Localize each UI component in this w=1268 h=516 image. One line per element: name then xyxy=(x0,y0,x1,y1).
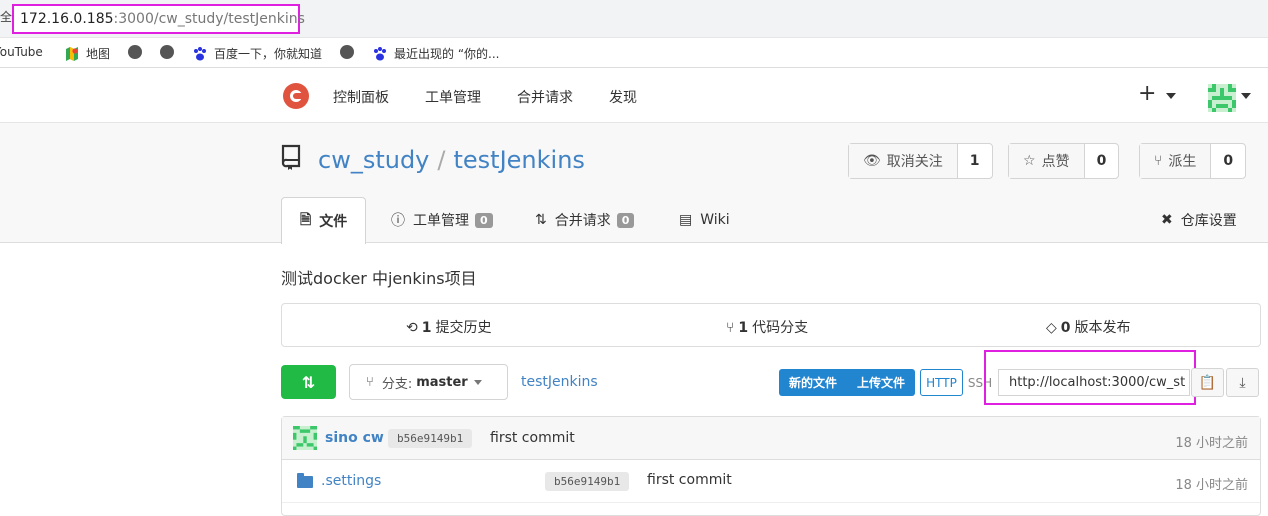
star-icon: ☆ xyxy=(1023,153,1036,169)
bookmark-baidu[interactable]: 百度一下，你就知道 xyxy=(192,45,322,62)
repo-title: cw_study / testJenkins xyxy=(318,146,585,174)
author-avatar xyxy=(293,426,317,450)
file-actions-group: 新的文件 上传文件 xyxy=(779,369,915,396)
book-icon: ▤ xyxy=(679,212,693,228)
commits-stat[interactable]: ⟲ 1 提交历史 xyxy=(406,317,491,337)
bookmarks-bar: YouTube 地图 百度一下，你就知道 最近出现的 “你的... xyxy=(0,38,1268,68)
tab-settings[interactable]: ✖ 仓库设置 xyxy=(1161,197,1237,243)
tools-icon: ✖ xyxy=(1161,212,1173,228)
table-row[interactable]: .settings b56e9149b1 first commit 18 小时之… xyxy=(282,460,1260,503)
globe-icon xyxy=(128,45,142,59)
fork-button-group[interactable]: ⑂ 派生 0 xyxy=(1139,143,1247,179)
file-commit-time: 18 小时之前 xyxy=(1175,478,1248,493)
compare-button[interactable]: ⇅ xyxy=(281,365,336,399)
nav-pulls[interactable]: 合并请求 xyxy=(517,87,573,107)
repo-owner-link[interactable]: cw_study xyxy=(318,146,429,174)
bookmark-globe-3[interactable] xyxy=(340,45,360,59)
star-button[interactable]: ☆ 点赞 xyxy=(1009,144,1085,178)
top-navbar: 控制面板 工单管理 合并请求 发现 + xyxy=(0,69,1268,123)
folder-icon xyxy=(297,473,313,488)
gitea-logo-icon[interactable] xyxy=(281,81,311,111)
unwatch-button[interactable]: 👁 取消关注 xyxy=(849,144,958,178)
nav-issues[interactable]: 工单管理 xyxy=(425,87,481,107)
bookmark-baidu-recent[interactable]: 最近出现的 “你的... xyxy=(372,45,499,62)
repo-name-link[interactable]: testJenkins xyxy=(453,146,584,174)
download-icon: ⤓ xyxy=(1239,374,1246,391)
repo-book-icon xyxy=(281,144,301,170)
file-commit-message[interactable]: first commit xyxy=(647,472,732,488)
file-name-link[interactable]: .settings xyxy=(321,473,381,489)
compare-arrows-icon: ⇅ xyxy=(301,372,316,392)
repo-title-separator: / xyxy=(437,146,446,174)
chevron-down-icon[interactable] xyxy=(1166,93,1176,99)
bookmark-maps[interactable]: 地图 xyxy=(64,45,110,62)
pulls-count-badge: 0 xyxy=(616,212,635,228)
tab-files[interactable]: 🗎 文件 xyxy=(281,197,367,244)
chevron-down-icon[interactable] xyxy=(1241,93,1251,99)
globe-icon xyxy=(160,45,174,59)
download-button[interactable]: ⤓ xyxy=(1226,368,1259,397)
url-path: :3000/cw_study/testJenkins xyxy=(113,11,305,27)
bookmark-globe-1[interactable] xyxy=(128,45,148,59)
clone-http-button[interactable]: HTTP xyxy=(920,369,963,396)
star-button-group[interactable]: ☆ 点赞 0 xyxy=(1008,143,1120,179)
file-commit-sha[interactable]: b56e9149b1 xyxy=(545,472,630,491)
create-plus-button[interactable]: + xyxy=(1138,81,1156,106)
upload-file-button[interactable]: 上传文件 xyxy=(847,374,915,391)
user-avatar[interactable] xyxy=(1208,84,1236,112)
commit-message[interactable]: first commit xyxy=(490,430,575,446)
watch-button-group[interactable]: 👁 取消关注 1 xyxy=(848,143,993,179)
tag-icon: ◇ xyxy=(1046,320,1057,336)
file-code-icon: 🗎 xyxy=(300,212,312,228)
new-file-button[interactable]: 新的文件 xyxy=(779,374,847,391)
releases-stat[interactable]: ◇ 0 版本发布 xyxy=(1046,317,1131,337)
nav-explore[interactable]: 发现 xyxy=(609,87,637,107)
url-host: 172.16.0.185 xyxy=(20,11,114,27)
clipboard-icon: 📋 xyxy=(1198,374,1217,391)
path-breadcrumb[interactable]: testJenkins xyxy=(521,374,598,390)
fork-button[interactable]: ⑂ 派生 xyxy=(1140,144,1212,178)
file-table: sino cw b56e9149b1 first commit 18 小时之前 … xyxy=(281,416,1261,516)
globe-icon xyxy=(340,45,354,59)
chevron-down-icon xyxy=(473,379,482,385)
url-input[interactable]: 172.16.0.185:3000/cw_study/testJenkins xyxy=(12,4,305,34)
watch-count[interactable]: 1 xyxy=(958,144,992,178)
history-icon: ⟲ xyxy=(406,320,418,336)
bookmark-youtube[interactable]: YouTube xyxy=(0,45,43,59)
eye-icon: 👁 xyxy=(863,153,881,169)
maps-icon xyxy=(66,46,78,61)
baidu-paw-icon xyxy=(374,46,386,60)
nav-dashboard[interactable]: 控制面板 xyxy=(333,87,389,107)
clone-ssh-button[interactable]: SSH xyxy=(965,369,995,396)
copy-url-button[interactable]: 📋 xyxy=(1191,368,1224,397)
commit-sha-button[interactable]: b56e9149b1 xyxy=(388,429,473,448)
bookmark-globe-2[interactable] xyxy=(160,45,180,59)
browser-address-bar: 全 172.16.0.185:3000/cw_study/testJenkins xyxy=(0,0,1268,38)
branches-stat[interactable]: ⑂ 1 代码分支 xyxy=(726,317,808,337)
tab-pulls[interactable]: ⇅ 合并请求 0 xyxy=(535,197,635,243)
fork-icon: ⑂ xyxy=(1154,153,1163,169)
baidu-paw-icon xyxy=(194,46,206,60)
git-branch-icon: ⑂ xyxy=(726,320,735,336)
address-bar-edge-char: 全 xyxy=(0,10,13,24)
clone-url-input[interactable]: http://localhost:3000/cw_st xyxy=(998,369,1190,396)
latest-commit-row: sino cw b56e9149b1 first commit 18 小时之前 xyxy=(282,417,1260,460)
commit-author-link[interactable]: sino cw xyxy=(325,430,384,446)
fork-count[interactable]: 0 xyxy=(1211,144,1245,178)
issue-opened-icon: ⓘ xyxy=(391,213,405,229)
repo-stats-bar: ⟲ 1 提交历史 ⑂ 1 代码分支 ◇ 0 版本发布 xyxy=(281,303,1261,347)
star-count[interactable]: 0 xyxy=(1085,144,1119,178)
tab-wiki[interactable]: ▤ Wiki xyxy=(679,197,730,243)
tab-issues[interactable]: ⓘ 工单管理 0 xyxy=(391,197,493,243)
git-pull-request-icon: ⇅ xyxy=(535,212,547,228)
commit-time: 18 小时之前 xyxy=(1175,436,1248,451)
repo-description: 测试docker 中jenkins项目 xyxy=(281,269,477,288)
issues-count-badge: 0 xyxy=(475,212,493,228)
branch-dropdown[interactable]: ⑂ 分支: master xyxy=(349,364,508,400)
git-branch-icon: ⑂ xyxy=(366,374,374,390)
